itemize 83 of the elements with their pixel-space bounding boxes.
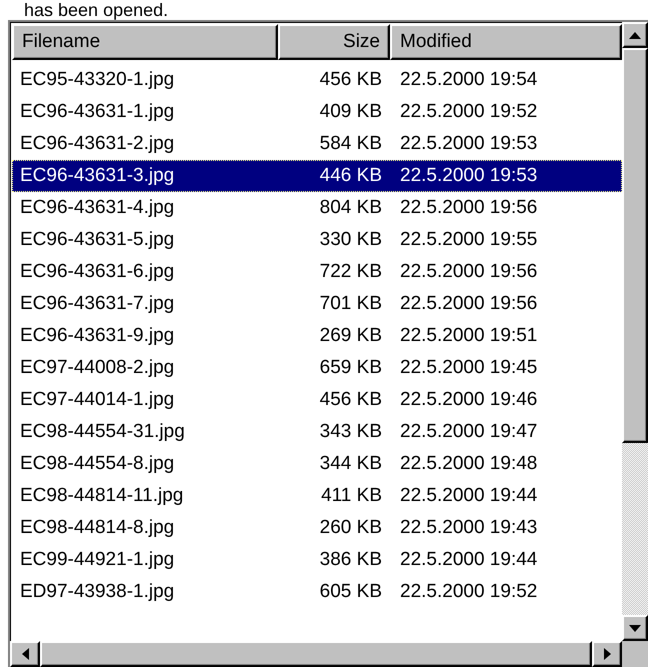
table-cell-text: 22.5.2000 19:56 xyxy=(399,293,538,315)
file-row[interactable]: EC98-44554-8.jpg 344 KB 22.5.2000 19:48 xyxy=(12,448,622,480)
table-cell-text: 456 KB xyxy=(318,389,383,411)
table-cell-text: 22.5.2000 19:56 xyxy=(399,197,538,219)
table-cell-text: 22.5.2000 19:44 xyxy=(399,549,538,571)
table-cell-text: 260 KB xyxy=(318,517,383,539)
table-cell-text: EC96-43631-9.jpg xyxy=(19,325,176,347)
left-arrow-icon xyxy=(22,648,28,660)
table-cell-text: EC96-43631-1.jpg xyxy=(19,101,176,123)
file-row[interactable]: EC96-43631-4.jpg 804 KB 22.5.2000 19:56 xyxy=(12,192,622,224)
table-cell-text: 22.5.2000 19:53 xyxy=(399,133,538,155)
file-row[interactable]: EC97-44014-1.jpg 456 KB 22.5.2000 19:46 xyxy=(12,384,622,416)
table-cell-text: EC95-43320-1.jpg xyxy=(19,69,176,91)
table-cell-text: EC98-44814-8.jpg xyxy=(19,517,176,539)
file-row[interactable]: EC96-43631-6.jpg 722 KB 22.5.2000 19:56 xyxy=(12,256,622,288)
table-cell-text: 22.5.2000 19:56 xyxy=(399,261,538,283)
table-cell-text: EC96-43631-5.jpg xyxy=(19,229,176,251)
file-row[interactable]: EC98-44814-8.jpg 260 KB 22.5.2000 19:43 xyxy=(12,512,622,544)
table-cell-text: ED97-43938-1.jpg xyxy=(19,581,176,603)
table-cell-text: EC98-44814-11.jpg xyxy=(19,485,184,507)
table-cell-text: 804 KB xyxy=(318,197,383,219)
file-row[interactable]: EC96-43631-2.jpg 584 KB 22.5.2000 19:53 xyxy=(12,128,622,160)
file-row[interactable]: EC96-43631-1.jpg 409 KB 22.5.2000 19:52 xyxy=(12,96,622,128)
file-row[interactable]: ED97-43938-1.jpg 605 KB 22.5.2000 19:52 xyxy=(12,576,622,608)
table-cell-text: 22.5.2000 19:51 xyxy=(399,325,538,347)
scrollbar-corner xyxy=(622,641,648,667)
scroll-thumb[interactable] xyxy=(622,48,648,443)
table-cell-text: 22.5.2000 19:54 xyxy=(399,69,538,91)
table-cell-text: 22.5.2000 19:45 xyxy=(399,357,538,379)
table-cell-text: 659 KB xyxy=(318,357,383,379)
file-row[interactable]: EC96-43631-5.jpg 330 KB 22.5.2000 19:55 xyxy=(12,224,622,256)
table-cell-text: EC97-44008-2.jpg xyxy=(19,357,176,379)
table-cell-text: EC98-44554-8.jpg xyxy=(19,453,176,475)
scroll-left-button[interactable] xyxy=(10,641,40,667)
table-cell-text: 411 KB xyxy=(320,485,383,507)
scroll-down-button[interactable] xyxy=(622,615,648,641)
table-cell-text: 409 KB xyxy=(318,101,383,123)
file-row[interactable]: EC97-44008-2.jpg 659 KB 22.5.2000 19:45 xyxy=(12,352,622,384)
caption-text: has been opened. xyxy=(23,0,170,20)
table-cell-text: 605 KB xyxy=(318,581,383,603)
table-cell-text: 22.5.2000 19:55 xyxy=(399,229,538,251)
table-cell-text: 22.5.2000 19:44 xyxy=(399,485,538,507)
table-cell-text: EC98-44554-31.jpg xyxy=(19,421,186,443)
right-arrow-icon xyxy=(604,648,610,660)
up-arrow-icon xyxy=(629,32,641,38)
table-cell-text: EC96-43631-4.jpg xyxy=(19,197,176,219)
table-cell-text: 343 KB xyxy=(318,421,383,443)
table-cell-text: EC99-44921-1.jpg xyxy=(19,549,176,571)
column-header[interactable]: Modified xyxy=(390,24,622,60)
table-cell-text: 22.5.2000 19:48 xyxy=(399,453,538,475)
table-cell-text: EC96-43631-7.jpg xyxy=(19,293,176,315)
file-row[interactable]: EC96-43631-9.jpg 269 KB 22.5.2000 19:51 xyxy=(12,320,622,352)
column-header[interactable]: Size xyxy=(278,24,390,60)
scroll-right-button[interactable] xyxy=(592,641,622,667)
table-cell-text: 22.5.2000 19:47 xyxy=(399,421,538,443)
table-cell-text: 22.5.2000 19:52 xyxy=(399,101,538,123)
table-cell-text: 584 KB xyxy=(318,133,383,155)
table-cell-text: 22.5.2000 19:46 xyxy=(399,389,538,411)
table-cell-text: 456 KB xyxy=(318,69,383,91)
table-cell-text: EC97-44014-1.jpg xyxy=(19,389,176,411)
table-cell-text: 722 KB xyxy=(318,261,383,283)
table-cell-text: 344 KB xyxy=(318,453,383,475)
table-cell-text: EC96-43631-3.jpg xyxy=(19,165,176,187)
down-arrow-icon xyxy=(629,624,641,632)
table-cell-text: 22.5.2000 19:53 xyxy=(399,165,538,187)
table-cell-text: 386 KB xyxy=(318,549,383,571)
file-row[interactable]: EC98-44554-31.jpg 343 KB 22.5.2000 19:47 xyxy=(12,416,622,448)
table-cell-text: 22.5.2000 19:43 xyxy=(399,517,538,539)
table-cell-text: 446 KB xyxy=(318,165,383,187)
file-row[interactable]: EC96-43631-3.jpg 446 KB 22.5.2000 19:53 xyxy=(12,160,622,192)
column-header[interactable]: Filename xyxy=(12,24,278,60)
table-cell-text: 701 KB xyxy=(318,293,383,315)
vertical-scrollbar[interactable] xyxy=(622,22,648,641)
table-cell-text: 22.5.2000 19:52 xyxy=(399,581,538,603)
file-row[interactable]: EC99-44921-1.jpg 386 KB 22.5.2000 19:44 xyxy=(12,544,622,576)
file-row[interactable]: EC98-44814-11.jpg 411 KB 22.5.2000 19:44 xyxy=(12,480,622,512)
file-row[interactable]: EC96-43631-7.jpg 701 KB 22.5.2000 19:56 xyxy=(12,288,622,320)
scroll-up-button[interactable] xyxy=(622,22,648,48)
table-cell-text: EC96-43631-6.jpg xyxy=(19,261,176,283)
table-cell-text: 269 KB xyxy=(318,325,383,347)
file-row[interactable]: EC95-43320-1.jpg 456 KB 22.5.2000 19:54 xyxy=(12,64,622,96)
table-cell-text: EC96-43631-2.jpg xyxy=(19,133,176,155)
table-cell-text: 330 KB xyxy=(318,229,383,251)
